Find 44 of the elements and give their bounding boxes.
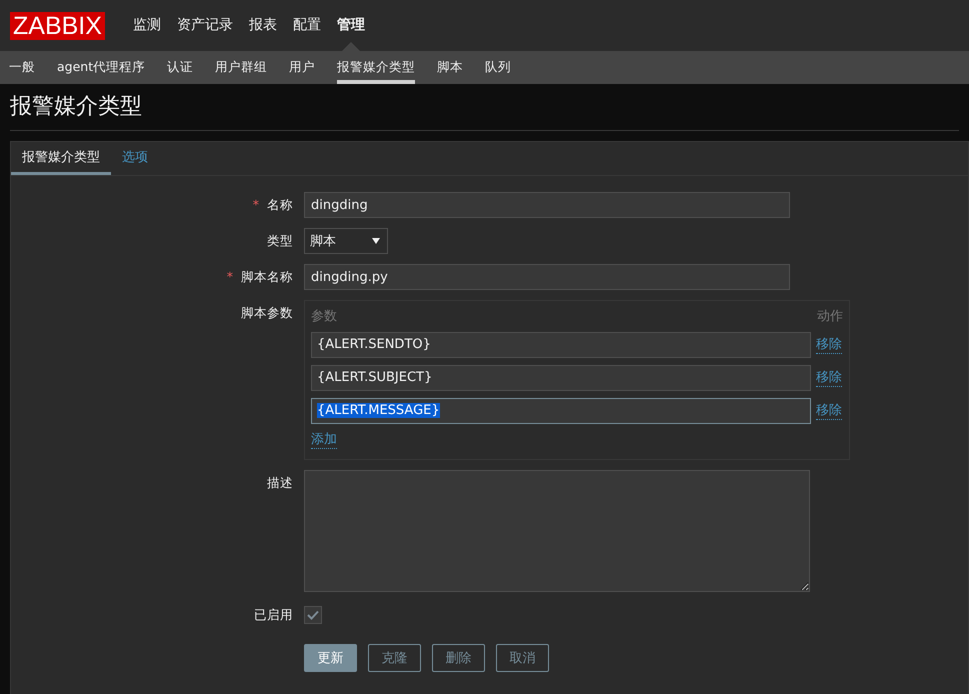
main-menu-item[interactable]: 监测 xyxy=(124,0,169,51)
form-tab[interactable]: 报警媒介类型 xyxy=(11,142,111,175)
sub-menu-item[interactable]: 队列 xyxy=(485,51,512,84)
param-field[interactable]: {ALERT.SENDTO} xyxy=(311,332,811,358)
form-tab[interactable]: 选项 xyxy=(111,142,159,175)
sub-menu-item[interactable]: 一般 xyxy=(9,51,35,84)
sub-menu-item[interactable]: 脚本 xyxy=(437,51,464,84)
text-field[interactable]: dingding.py xyxy=(304,264,790,290)
form-button[interactable]: 克隆 xyxy=(368,644,421,672)
checkmark-icon xyxy=(307,610,319,620)
main-menu-item[interactable]: 管理 xyxy=(328,0,373,51)
remove-link[interactable]: 移除 xyxy=(816,402,842,420)
param-field[interactable]: {ALERT.MESSAGE} xyxy=(311,398,811,424)
logo[interactable]: ZABBIX xyxy=(10,12,105,40)
main-menu-item[interactable]: 配置 xyxy=(284,0,329,51)
sub-menu-item[interactable]: 用户 xyxy=(289,51,316,84)
field-label: 脚本名称 xyxy=(241,269,293,284)
field-label: 描述 xyxy=(267,475,293,490)
page-title: 报警媒介类型 xyxy=(10,84,959,131)
field-label: 类型 xyxy=(267,233,293,248)
param-field[interactable]: {ALERT.SUBJECT} xyxy=(311,365,811,391)
required-asterisk: * xyxy=(226,269,234,284)
main-menu-item[interactable]: 资产记录 xyxy=(168,0,241,51)
field-label: 名称 xyxy=(267,197,293,212)
required-asterisk: * xyxy=(252,197,260,212)
type-select[interactable]: 脚本 xyxy=(304,228,388,254)
form-button[interactable]: 删除 xyxy=(432,644,485,672)
sub-menu-item[interactable]: agent代理程序 xyxy=(57,51,146,84)
column-header: 动作 xyxy=(817,308,843,325)
add-link[interactable]: 添加 xyxy=(311,432,337,449)
sub-menu-item[interactable]: 用户群组 xyxy=(215,51,268,84)
dropdown-arrow-icon xyxy=(372,238,380,244)
remove-link[interactable]: 移除 xyxy=(816,336,842,354)
description-field[interactable] xyxy=(304,470,810,592)
sub-menu-item[interactable]: 认证 xyxy=(167,51,194,84)
text-field[interactable]: dingding xyxy=(304,192,790,218)
enabled-checkbox[interactable] xyxy=(304,606,322,624)
form-button[interactable]: 取消 xyxy=(496,644,549,672)
remove-link[interactable]: 移除 xyxy=(816,370,842,386)
field-label: 已启用 xyxy=(254,607,293,622)
field-label: 脚本参数 xyxy=(241,305,293,320)
main-menu-item[interactable]: 报表 xyxy=(240,0,285,51)
column-header: 参数 xyxy=(311,308,337,325)
sub-menu-item[interactable]: 报警媒介类型 xyxy=(337,51,416,84)
